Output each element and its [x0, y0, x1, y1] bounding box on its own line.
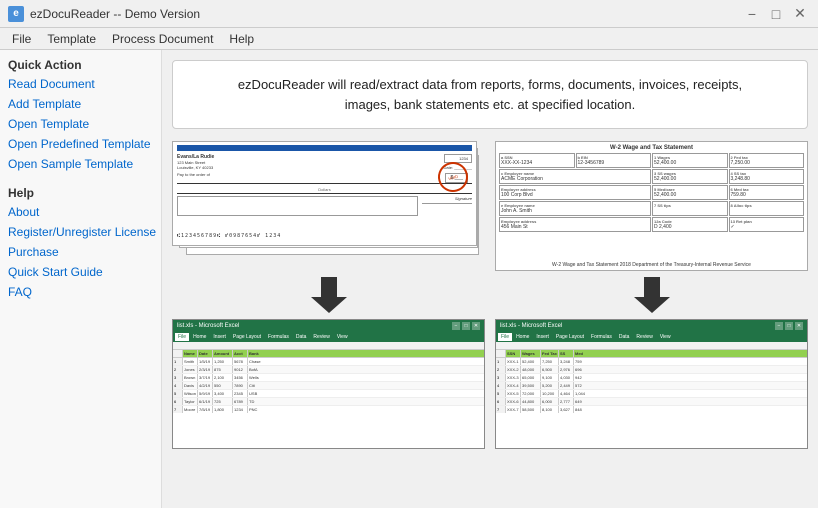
info-text-1: ezDocuReader will read/extract data from…: [238, 77, 742, 92]
images-grid: Name Pay to the order of: [172, 141, 808, 449]
sidebar-item-purchase[interactable]: Purchase: [0, 242, 161, 262]
close-button[interactable]: ✕: [790, 4, 810, 24]
sidebar-item-faq[interactable]: FAQ: [0, 282, 161, 302]
w2-title: W-2 Wage and Tax Statement: [499, 145, 804, 151]
menu-process-document[interactable]: Process Document: [104, 30, 221, 48]
w2-form-preview: W-2 Wage and Tax Statement a SSN XXX-XX-…: [495, 141, 808, 271]
left-arrow-down: [309, 275, 349, 315]
w2-box-3: 3 SS wages 52,400.00: [652, 169, 728, 184]
info-text-2: images, bank statements etc. at specifie…: [345, 97, 636, 112]
sidebar-item-read-document[interactable]: Read Document: [0, 74, 161, 94]
w2-box-8: 8 Alloc tips: [729, 201, 805, 216]
content-area: ezDocuReader will read/extract data from…: [162, 50, 818, 508]
check-card-front: Evans/La Rudie 123 Main Street Louisvill…: [172, 141, 477, 246]
app-icon: e: [8, 6, 24, 22]
menu-template[interactable]: Template: [39, 30, 104, 48]
quick-action-title: Quick Action: [0, 54, 161, 74]
excel-left-preview: list.xls - Microsoft Excel − □ ✕ File Ho…: [172, 319, 485, 449]
left-column: Name Pay to the order of: [172, 141, 485, 449]
w2-grid: a SSN XXX-XX-1234 b EIN 12-3456789 1 Wag…: [499, 153, 804, 232]
help-title: Help: [0, 182, 161, 202]
right-column: W-2 Wage and Tax Statement a SSN XXX-XX-…: [495, 141, 808, 449]
sidebar-item-open-predefined-template[interactable]: Open Predefined Template: [0, 134, 161, 154]
menu-help[interactable]: Help: [221, 30, 262, 48]
excel-right-preview: list.xls - Microsoft Excel − □ ✕ File Ho…: [495, 319, 808, 449]
menu-bar: File Template Process Document Help: [0, 28, 818, 50]
w2-box-2: 2 Fed tax 7,250.00: [729, 153, 805, 168]
title-bar-text: ezDocuReader -- Demo Version: [30, 7, 742, 21]
w2-footer: W-2 Wage and Tax Statement 2018 Departme…: [496, 262, 807, 268]
minimize-button[interactable]: −: [742, 4, 762, 24]
sidebar-item-about[interactable]: About: [0, 202, 161, 222]
check-micr: ⑆123456789⑆ ⑈0987654⑈ 1234: [177, 233, 281, 239]
w2-box-employee: e Employee name John A. Smith: [499, 201, 651, 216]
w2-box-employer-addr: Employer address 100 Corp Blvd: [499, 185, 651, 200]
menu-file[interactable]: File: [4, 30, 39, 48]
title-bar-controls: − □ ✕: [742, 4, 810, 24]
w2-box-a: a SSN XXX-XX-1234: [499, 153, 575, 168]
w2-box-13: 13 Ret plan ✓: [729, 217, 805, 232]
sidebar-item-open-template[interactable]: Open Template: [0, 114, 161, 134]
sidebar-item-open-sample-template[interactable]: Open Sample Template: [0, 154, 161, 174]
sidebar: Quick Action Read Document Add Template …: [0, 50, 162, 508]
sidebar-item-quick-start[interactable]: Quick Start Guide: [0, 262, 161, 282]
w2-box-b: b EIN 12-3456789: [576, 153, 652, 168]
sidebar-item-register[interactable]: Register/Unregister License: [0, 222, 161, 242]
title-bar: e ezDocuReader -- Demo Version − □ ✕: [0, 0, 818, 28]
w2-box-5: 5 Medicare 52,400.00: [652, 185, 728, 200]
check-document-preview: Name Pay to the order of: [172, 141, 485, 271]
w2-box-7: 7 SS tips: [652, 201, 728, 216]
w2-box-12a: 12a Code D 2,400: [652, 217, 728, 232]
restore-button[interactable]: □: [766, 4, 786, 24]
w2-box-4: 4 SS tax 3,248.80: [729, 169, 805, 184]
info-box: ezDocuReader will read/extract data from…: [172, 60, 808, 129]
w2-box-employer: c Employer name ACME Corporation: [499, 169, 651, 184]
sidebar-item-add-template[interactable]: Add Template: [0, 94, 161, 114]
main-layout: Quick Action Read Document Add Template …: [0, 50, 818, 508]
right-arrow-down: [632, 275, 672, 315]
w2-box-1: 1 Wages 52,400.00: [652, 153, 728, 168]
w2-box-6: 6 Med tax 759.80: [729, 185, 805, 200]
w2-box-employee-addr: Employee address 456 Main St: [499, 217, 651, 232]
